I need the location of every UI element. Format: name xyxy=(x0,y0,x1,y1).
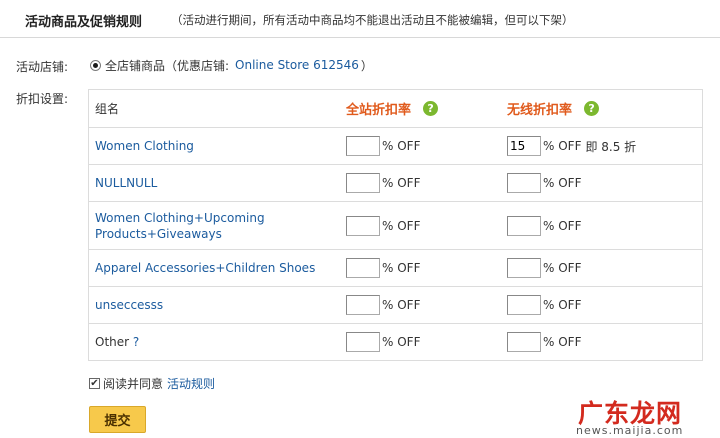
mobile-rate-cell: % OFF 即 8.5 折 xyxy=(507,127,703,165)
activity-rules-link[interactable]: 活动规则 xyxy=(167,375,215,392)
table-header-row: 组名 全站折扣率? 无线折扣率? xyxy=(88,89,703,128)
site-rate-cell: % OFF xyxy=(346,127,507,165)
off-label: % OFF xyxy=(382,176,421,190)
off-label: % OFF xyxy=(543,139,582,153)
site-rate-input[interactable] xyxy=(346,136,380,156)
group-cell: NULLNULL xyxy=(88,164,346,202)
store-option-text: 全店铺商品（优惠店铺: xyxy=(105,58,230,73)
mobile-rate-cell: % OFF xyxy=(507,323,703,361)
help-icon[interactable]: ? xyxy=(423,101,439,116)
group-name[interactable]: Women Clothing xyxy=(95,139,194,153)
group-name: Other xyxy=(95,335,130,349)
site-rate-cell: % OFF xyxy=(346,164,507,202)
mobile-rate-cell: % OFF xyxy=(507,286,703,324)
group-name[interactable]: unseccesss xyxy=(95,298,163,312)
mobile-rate-cell: % OFF xyxy=(507,164,703,202)
page-header: 活动商品及促销规则 （活动进行期间，所有活动中商品均不能退出活动且不能被编辑，但… xyxy=(0,0,720,38)
table-row: NULLNULL % OFF % OFF xyxy=(88,164,703,202)
watermark-sub-text: news.maijia.com xyxy=(576,424,684,437)
discount-table: 组名 全站折扣率? 无线折扣率? Women Clothing % OFF % … xyxy=(88,89,703,361)
radio-dot-icon xyxy=(93,62,98,68)
mobile-rate-cell: % OFF xyxy=(507,201,703,250)
group-cell: Apparel Accessories+Children Shoes xyxy=(88,249,346,287)
group-name[interactable]: Women Clothing+Upcoming Products+Giveawa… xyxy=(95,211,265,241)
table-row: unseccesss % OFF % OFF xyxy=(88,286,703,324)
header-note: （活动进行期间，所有活动中商品均不能退出活动且不能被编辑，但可以下架） xyxy=(171,13,574,27)
group-name[interactable]: Apparel Accessories+Children Shoes xyxy=(95,261,315,275)
group-cell: Women Clothing+Upcoming Products+Giveawa… xyxy=(88,201,346,250)
off-label: % OFF xyxy=(382,298,421,312)
agree-checkbox[interactable]: ✔ xyxy=(89,378,100,389)
site-rate-input[interactable] xyxy=(346,295,380,315)
submit-button[interactable]: 提交 xyxy=(89,406,146,433)
site-rate-cell: % OFF xyxy=(346,286,507,324)
group-cell: Women Clothing xyxy=(88,127,346,165)
mobile-rate-input[interactable] xyxy=(507,295,541,315)
off-label: % OFF xyxy=(543,335,582,349)
group-cell: unseccesss xyxy=(88,286,346,324)
off-label: % OFF xyxy=(382,139,421,153)
store-option[interactable]: 全店铺商品（优惠店铺: Online Store 612546 ） xyxy=(90,56,373,74)
all-stores-radio[interactable] xyxy=(90,59,101,71)
table-row: Other ? % OFF % OFF xyxy=(88,323,703,361)
mobile-rate-input[interactable] xyxy=(507,173,541,193)
group-column-header: 组名 xyxy=(88,89,346,128)
store-name-link[interactable]: Online Store 612546 xyxy=(235,58,359,72)
mobile-rate-input[interactable] xyxy=(507,136,541,156)
site-rate-cell: % OFF xyxy=(346,323,507,361)
mobile-rate-cell: % OFF xyxy=(507,249,703,287)
group-help-link[interactable]: ? xyxy=(133,335,139,349)
off-label: % OFF xyxy=(543,261,582,275)
off-label: % OFF xyxy=(543,218,582,233)
group-cell: Other ? xyxy=(88,323,346,361)
help-icon[interactable]: ? xyxy=(584,101,600,116)
off-label: % OFF xyxy=(382,335,421,349)
off-label: % OFF xyxy=(543,176,582,190)
site-rate-input[interactable] xyxy=(346,332,380,352)
mobile-discount-note: 即 8.5 折 xyxy=(585,139,637,154)
site-rate-input[interactable] xyxy=(346,258,380,278)
store-option-suffix: ） xyxy=(360,58,373,73)
site-rate-cell: % OFF xyxy=(346,249,507,287)
check-icon: ✔ xyxy=(90,377,99,389)
table-row: Women Clothing+Upcoming Products+Giveawa… xyxy=(88,201,703,250)
mobile-rate-input[interactable] xyxy=(507,215,541,236)
site-rate-cell: % OFF xyxy=(346,201,507,250)
agreement: ✔ 阅读并同意 活动规则 xyxy=(89,375,215,392)
off-label: % OFF xyxy=(382,261,421,275)
page-title: 活动商品及促销规则 xyxy=(25,15,143,30)
agree-text: 阅读并同意 xyxy=(103,377,164,391)
group-name[interactable]: NULLNULL xyxy=(95,176,157,190)
mobile-rate-input[interactable] xyxy=(507,258,541,278)
discount-label: 折扣设置: xyxy=(16,92,69,106)
off-label: % OFF xyxy=(382,218,421,233)
site-rate-column-header: 全站折扣率? xyxy=(346,89,507,128)
site-rate-input[interactable] xyxy=(346,215,380,236)
watermark-logo: 广东龙网 news.maijia.com xyxy=(572,394,720,438)
mobile-rate-input[interactable] xyxy=(507,332,541,352)
table-row: Apparel Accessories+Children Shoes % OFF… xyxy=(88,249,703,287)
store-label: 活动店铺: xyxy=(16,60,69,74)
table-row: Women Clothing % OFF % OFF 即 8.5 折 xyxy=(88,127,703,165)
off-label: % OFF xyxy=(543,298,582,312)
mobile-rate-column-header: 无线折扣率? xyxy=(507,89,703,128)
site-rate-input[interactable] xyxy=(346,173,380,193)
